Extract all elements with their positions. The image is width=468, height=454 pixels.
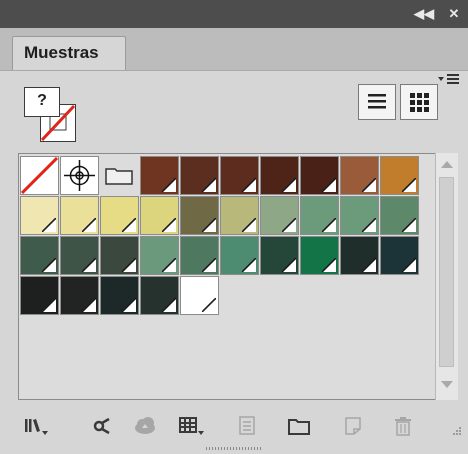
color-swatch[interactable] xyxy=(260,236,299,275)
process-color-marker xyxy=(402,178,416,192)
process-color-marker xyxy=(202,218,216,232)
process-color-marker xyxy=(362,258,376,272)
process-color-marker xyxy=(402,218,416,232)
process-color-marker xyxy=(362,178,376,192)
process-color-marker xyxy=(122,218,136,232)
color-swatch[interactable] xyxy=(100,276,139,315)
panel-tabstrip: Muestras xyxy=(0,28,468,84)
color-swatch[interactable] xyxy=(180,236,219,275)
show-swatch-kinds-icon[interactable] xyxy=(88,414,118,438)
cc-libraries-icon[interactable] xyxy=(130,414,160,438)
swatch-none[interactable] xyxy=(20,156,59,195)
process-color-marker xyxy=(42,298,56,312)
process-color-marker xyxy=(42,218,56,232)
process-color-marker xyxy=(402,258,416,272)
process-color-marker xyxy=(282,258,296,272)
process-color-marker xyxy=(122,298,136,312)
color-swatch[interactable] xyxy=(380,156,419,195)
color-swatch[interactable] xyxy=(20,276,59,315)
scrollbar-thumb[interactable] xyxy=(439,177,454,367)
process-color-marker xyxy=(162,298,176,312)
tab-muestras[interactable]: Muestras xyxy=(12,36,126,70)
color-swatch[interactable] xyxy=(20,236,59,275)
process-color-marker xyxy=(322,178,336,192)
fill-stroke-indicator[interactable]: ? xyxy=(18,84,88,146)
swatch-registration[interactable] xyxy=(60,156,99,195)
fill-box[interactable]: ? xyxy=(24,87,60,117)
resize-grip-icon[interactable] xyxy=(448,424,462,438)
color-swatch[interactable] xyxy=(140,276,179,315)
panel-menu-icon[interactable] xyxy=(438,72,460,88)
color-swatch[interactable] xyxy=(300,196,339,235)
color-swatch[interactable] xyxy=(140,196,179,235)
color-swatch[interactable] xyxy=(180,196,219,235)
process-color-marker xyxy=(242,178,256,192)
color-swatch[interactable] xyxy=(60,196,99,235)
process-color-marker xyxy=(282,178,296,192)
process-color-marker xyxy=(322,258,336,272)
close-icon[interactable]: ✕ xyxy=(444,6,464,22)
scroll-down-icon[interactable] xyxy=(436,377,458,393)
process-color-marker xyxy=(82,218,96,232)
new-color-group-icon[interactable] xyxy=(232,414,262,438)
process-color-marker xyxy=(322,218,336,232)
process-color-marker xyxy=(162,178,176,192)
process-color-marker xyxy=(122,258,136,272)
color-swatch[interactable] xyxy=(380,236,419,275)
process-color-marker xyxy=(282,218,296,232)
swatch-options-icon[interactable] xyxy=(178,414,208,438)
color-swatch[interactable] xyxy=(100,236,139,275)
new-swatch-icon[interactable] xyxy=(338,414,368,438)
color-swatch[interactable] xyxy=(220,196,259,235)
color-swatch[interactable] xyxy=(180,276,219,315)
color-swatch[interactable] xyxy=(380,196,419,235)
process-color-marker xyxy=(202,298,216,312)
color-swatch[interactable] xyxy=(340,236,379,275)
color-swatch[interactable] xyxy=(140,236,179,275)
process-color-marker xyxy=(362,218,376,232)
color-swatch[interactable] xyxy=(220,236,259,275)
color-swatch[interactable] xyxy=(100,196,139,235)
color-swatch[interactable] xyxy=(300,236,339,275)
color-swatch[interactable] xyxy=(300,156,339,195)
swatch-grid xyxy=(20,156,420,360)
list-view-button[interactable] xyxy=(358,84,396,120)
color-swatch[interactable] xyxy=(260,196,299,235)
process-color-marker xyxy=(202,178,216,192)
fill-indicator-text: ? xyxy=(37,92,47,109)
panel-titlebar: ◀◀ ✕ xyxy=(0,0,468,28)
process-color-marker xyxy=(162,218,176,232)
color-swatch[interactable] xyxy=(180,156,219,195)
process-color-marker xyxy=(242,218,256,232)
color-swatch[interactable] xyxy=(140,156,179,195)
process-color-marker xyxy=(162,258,176,272)
trash-icon[interactable] xyxy=(388,414,418,438)
swatch-group-folder[interactable] xyxy=(100,156,139,195)
new-folder-icon[interactable] xyxy=(284,414,314,438)
grid-view-icon xyxy=(410,93,429,112)
process-color-marker xyxy=(242,258,256,272)
color-swatch[interactable] xyxy=(220,156,259,195)
process-color-marker xyxy=(42,258,56,272)
scroll-up-icon[interactable] xyxy=(436,157,458,173)
color-swatch[interactable] xyxy=(60,236,99,275)
color-swatch[interactable] xyxy=(260,156,299,195)
grid-view-button[interactable] xyxy=(400,84,438,120)
vertical-scrollbar[interactable] xyxy=(435,153,458,400)
list-view-icon xyxy=(368,94,386,109)
swatch-libraries-menu-icon[interactable] xyxy=(22,414,52,438)
color-swatch[interactable] xyxy=(340,196,379,235)
tab-label: Muestras xyxy=(24,43,99,62)
registration-target-icon xyxy=(64,160,95,191)
process-color-marker xyxy=(202,258,216,272)
color-swatch[interactable] xyxy=(340,156,379,195)
folder-icon xyxy=(105,168,133,185)
double-chevron-left-icon[interactable]: ◀◀ xyxy=(414,6,434,22)
process-color-marker xyxy=(82,298,96,312)
process-color-marker xyxy=(82,258,96,272)
panel-drag-grip[interactable] xyxy=(204,446,264,451)
color-swatch[interactable] xyxy=(20,196,59,235)
none-swatch-icon xyxy=(21,157,58,194)
color-swatch[interactable] xyxy=(60,276,99,315)
